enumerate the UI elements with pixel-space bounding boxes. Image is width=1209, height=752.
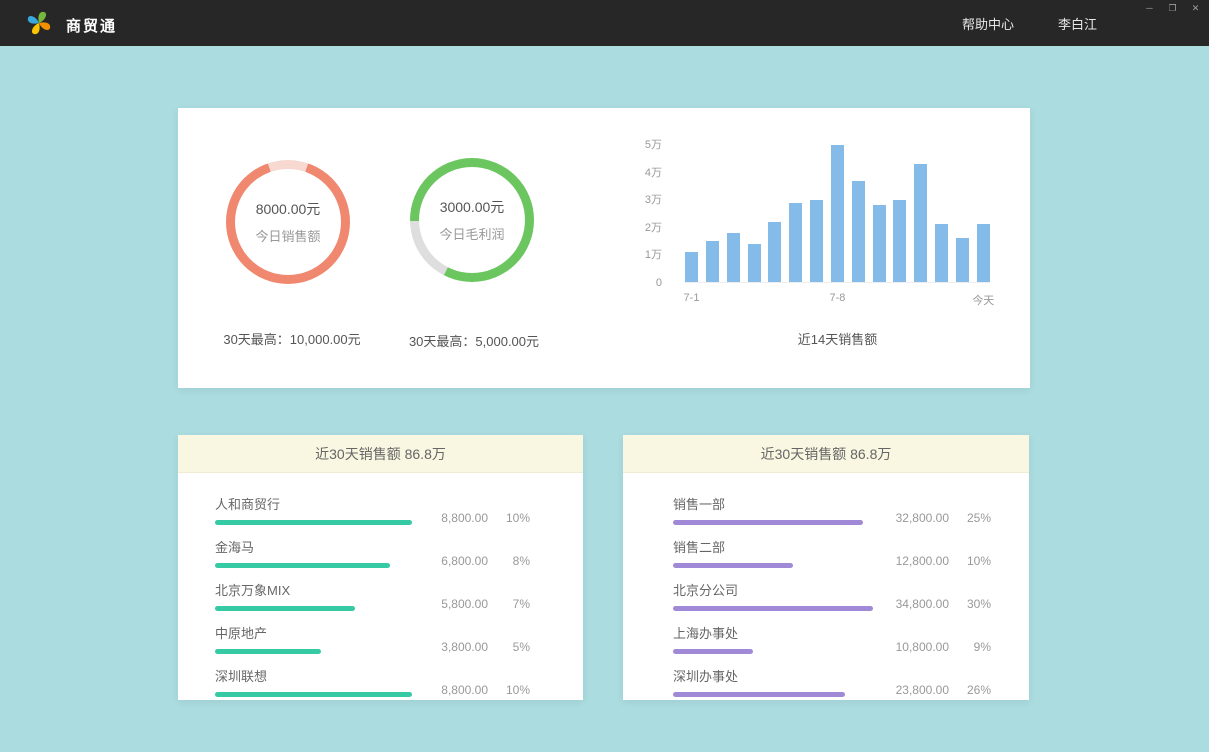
bar-chart-title: 近14天销售额	[685, 329, 990, 348]
help-center-link[interactable]: 帮助中心	[962, 14, 1014, 33]
item-amount: 8,800.00	[426, 683, 488, 697]
bar-4	[748, 244, 761, 282]
app-title: 商贸通	[66, 15, 117, 36]
today-profit-value: 3000.00元	[440, 197, 505, 217]
bar-15	[977, 224, 990, 282]
item-percent: 5%	[496, 640, 530, 654]
list-item: 销售一部 32,800.00 25%	[673, 494, 991, 525]
bar-10	[873, 205, 886, 282]
x-tick-label: 7-1	[684, 292, 700, 308]
item-percent: 26%	[957, 683, 991, 697]
top-customers-card-title: 近30天销售额 86.8万	[178, 435, 583, 473]
item-percent: 9%	[957, 640, 991, 654]
item-name: 深圳联想	[215, 666, 412, 685]
today-sales-label: 今日销售额	[255, 226, 320, 245]
sales-14day-bar-chart: 5万4万3万2万1万0 7-1 7-8 今天 近14天销售额	[618, 108, 1030, 388]
bar-5	[768, 222, 781, 282]
bar-11	[893, 200, 906, 282]
list-item: 人和商贸行 8,800.00 10%	[215, 494, 530, 525]
close-button[interactable]: ✕	[1188, 2, 1203, 14]
profit-30day-max: 30天最高：5,000.00元	[354, 331, 594, 350]
x-tick-label: 今天	[972, 292, 994, 308]
item-percent: 10%	[496, 683, 530, 697]
donut-center: 3000.00元 今日毛利润	[419, 167, 525, 273]
list-item: 深圳联想 8,800.00 10%	[215, 666, 530, 697]
item-amount: 10,800.00	[887, 640, 949, 654]
dashboard-summary-card: 8000.00元 今日销售额 30天最高：10,000.00元 3000.00元…	[178, 108, 1030, 388]
list-item: 金海马 6,800.00 8%	[215, 537, 530, 568]
top-departments-card: 近30天销售额 86.8万 销售一部 32,800.00 25% 销售二部 12,800…	[623, 435, 1029, 700]
item-amount: 3,800.00	[426, 640, 488, 654]
top-departments-card-title: 近30天销售额 86.8万	[623, 435, 1029, 473]
minimize-button[interactable]: ─	[1142, 2, 1157, 14]
maximize-button[interactable]: ❐	[1165, 2, 1180, 14]
item-progress-bar	[673, 606, 873, 611]
item-progress-bar	[673, 649, 753, 654]
top-customers-card: 近30天销售额 86.8万 人和商贸行 8,800.00 10% 金海马 6,800.0…	[178, 435, 583, 700]
item-amount: 8,800.00	[426, 511, 488, 525]
item-percent: 25%	[957, 511, 991, 525]
x-tick-label: 7-8	[829, 292, 845, 308]
item-name: 北京万象MIX	[215, 580, 412, 599]
bar-13	[935, 224, 948, 282]
item-percent: 10%	[496, 511, 530, 525]
bar-14	[956, 238, 969, 282]
today-sales-donut-chart: 8000.00元 今日销售额	[226, 160, 350, 284]
item-percent: 30%	[957, 597, 991, 611]
item-name: 深圳办事处	[673, 666, 873, 685]
item-percent: 7%	[496, 597, 530, 611]
item-name: 上海办事处	[673, 623, 873, 642]
window-controls: ─ ❐ ✕	[1142, 2, 1203, 14]
bar-12	[914, 164, 927, 282]
today-profit-label: 今日毛利润	[439, 224, 504, 243]
bar-6	[789, 203, 802, 282]
item-percent: 10%	[957, 554, 991, 568]
item-progress-bar	[215, 520, 412, 525]
item-progress-bar	[215, 649, 321, 654]
item-name: 销售一部	[673, 494, 873, 513]
bar-3	[727, 233, 740, 282]
item-progress-bar	[673, 692, 845, 697]
bar-9	[852, 181, 865, 282]
item-progress-bar	[673, 520, 863, 525]
list-item: 中原地产 3,800.00 5%	[215, 623, 530, 654]
today-profit-donut-chart: 3000.00元 今日毛利润	[410, 158, 534, 282]
item-percent: 8%	[496, 554, 530, 568]
list-item: 销售二部 12,800.00 10%	[673, 537, 991, 568]
donut-center: 8000.00元 今日销售额	[235, 169, 341, 275]
item-amount: 6,800.00	[426, 554, 488, 568]
item-progress-bar	[215, 692, 412, 697]
y-axis-ticks: 5万4万3万2万1万0	[618, 137, 662, 291]
list-item: 深圳办事处 23,800.00 26%	[673, 666, 991, 697]
top-departments-list: 销售一部 32,800.00 25% 销售二部 12,800.00 10% 北京分公司 34,…	[623, 473, 1029, 697]
item-amount: 32,800.00	[887, 511, 949, 525]
x-axis-labels: 7-17-8今天	[685, 292, 990, 308]
item-amount: 34,800.00	[887, 597, 949, 611]
item-progress-bar	[215, 606, 355, 611]
list-item: 北京万象MIX 5,800.00 7%	[215, 580, 530, 611]
top-customers-list: 人和商贸行 8,800.00 10% 金海马 6,800.00 8% 北京万象MIX 5,80…	[178, 473, 583, 697]
item-amount: 12,800.00	[887, 554, 949, 568]
item-amount: 23,800.00	[887, 683, 949, 697]
bar-plot-area	[685, 145, 990, 283]
username-menu[interactable]: 李白江	[1058, 14, 1097, 33]
item-name: 北京分公司	[673, 580, 873, 599]
item-name: 人和商贸行	[215, 494, 412, 513]
bar-7	[810, 200, 823, 282]
item-name: 中原地产	[215, 623, 412, 642]
bar-1	[685, 252, 698, 282]
titlebar: 商贸通 帮助中心 李白江 ─ ❐ ✕	[0, 0, 1209, 46]
item-name: 金海马	[215, 537, 412, 556]
list-item: 北京分公司 34,800.00 30%	[673, 580, 991, 611]
bar-8	[831, 145, 844, 282]
bar-2	[706, 241, 719, 282]
item-amount: 5,800.00	[426, 597, 488, 611]
item-progress-bar	[673, 563, 793, 568]
item-name: 销售二部	[673, 537, 873, 556]
item-progress-bar	[215, 563, 390, 568]
list-item: 上海办事处 10,800.00 9%	[673, 623, 991, 654]
titlebar-links: 帮助中心 李白江	[962, 0, 1097, 46]
app-logo-pinwheel-icon	[26, 10, 52, 36]
today-sales-value: 8000.00元	[256, 199, 321, 219]
